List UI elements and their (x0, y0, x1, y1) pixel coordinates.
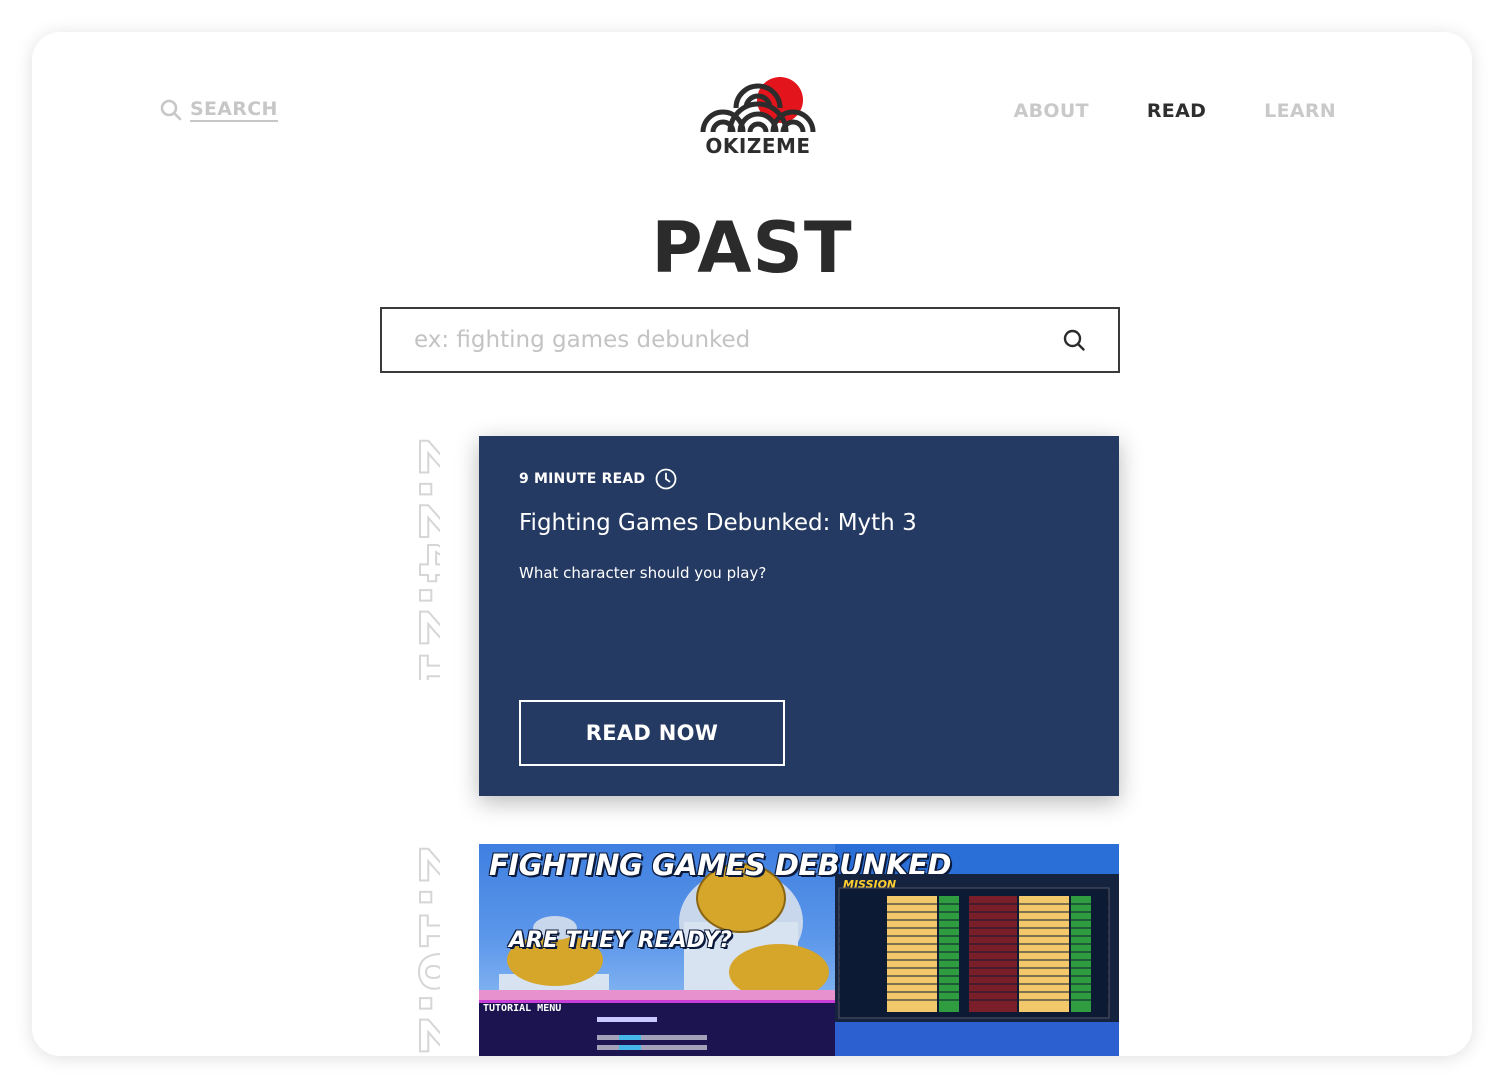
entry-date: 2.16.21 (380, 844, 440, 1056)
entry-date-outline: 2.24.21 (404, 436, 440, 680)
entry-date-text: 2.16.21 (405, 844, 440, 1056)
page-title: PAST (651, 207, 853, 289)
nav-learn[interactable]: LEARN (1264, 100, 1336, 122)
thumbnail-subline: ARE THEY READY? (509, 928, 732, 953)
thumbnail-mission-screen: MISSION (835, 874, 1119, 1056)
entry-date-outline: 2.16.21 (404, 844, 440, 1056)
okizeme-logo-icon (700, 77, 816, 133)
entry-date-text: 2.24.21 (405, 436, 440, 680)
header-search-label: SEARCH (190, 98, 278, 122)
main-nav: ABOUT READ LEARN (1014, 100, 1336, 122)
article-card: 9 MINUTE READ Fighting Games Debunked: M… (479, 436, 1119, 796)
nav-read[interactable]: READ (1147, 100, 1206, 122)
read-time-label: 9 MINUTE READ (519, 471, 646, 487)
article-search-box (380, 307, 1120, 373)
header-search-link[interactable]: SEARCH (160, 98, 278, 122)
thumbnail-tutorial-panel: TUTORIAL MENU (479, 1000, 835, 1056)
search-icon (160, 99, 182, 121)
logo-wordmark: OKIZEME (705, 134, 811, 158)
article-thumbnail[interactable]: FIGHTING GAMES DEBUNKED ARE THEY READY? … (479, 844, 1119, 1056)
page-frame: SEARCH OKIZEME ABOUT READ LEARN PAST ex:… (32, 32, 1472, 1056)
article-title[interactable]: Fighting Games Debunked: Myth 3 (519, 510, 917, 536)
thumbnail-scene: FIGHTING GAMES DEBUNKED ARE THEY READY? … (479, 844, 951, 1056)
read-now-button[interactable]: READ NOW (519, 700, 785, 766)
article-search-input[interactable] (382, 309, 1054, 371)
entry-date: 2.24.21 (380, 436, 440, 680)
tutorial-list-graphic (597, 1017, 707, 1050)
nav-about[interactable]: ABOUT (1014, 100, 1089, 122)
clock-icon (655, 468, 677, 490)
article-description: What character should you play? (519, 564, 767, 582)
mission-grid-graphic (835, 887, 1119, 1056)
site-logo[interactable]: OKIZEME (700, 74, 816, 158)
read-time: 9 MINUTE READ (519, 468, 677, 490)
search-submit-icon[interactable] (1062, 328, 1086, 352)
